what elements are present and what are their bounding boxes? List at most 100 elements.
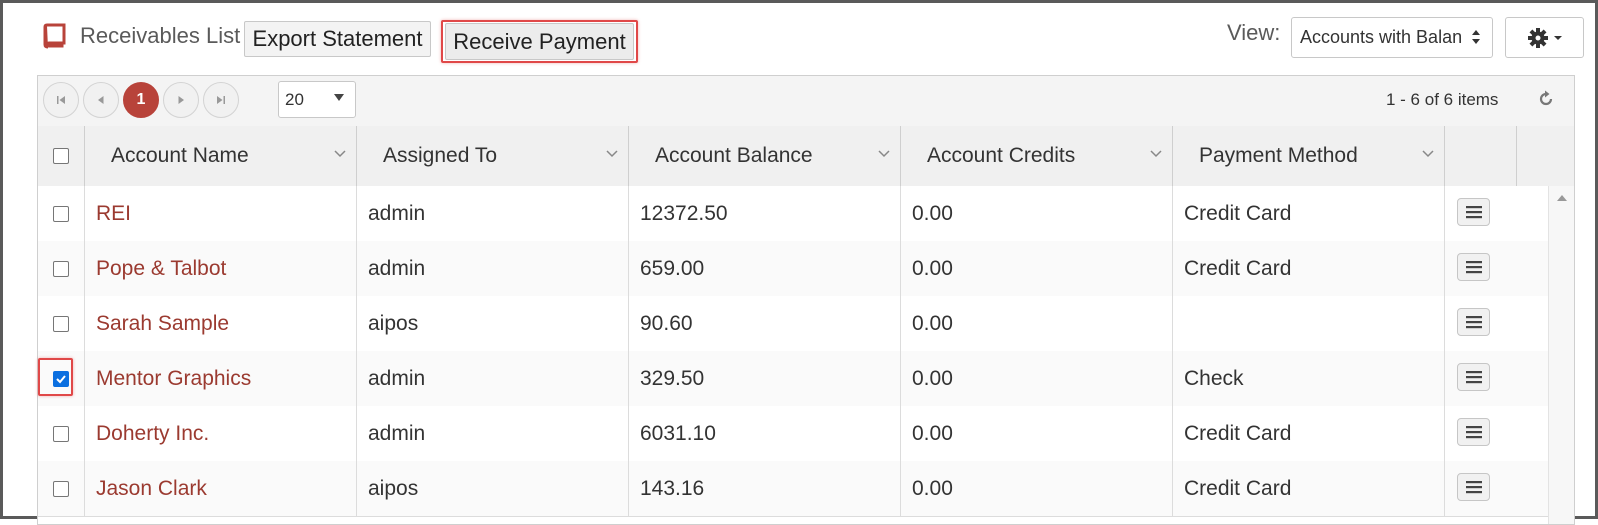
column-label: Assigned To xyxy=(383,144,498,167)
payment-method-cell: Credit Card xyxy=(1173,186,1445,241)
account-balance-cell: 12372.50 xyxy=(629,186,901,241)
vertical-scrollbar[interactable] xyxy=(1548,186,1575,524)
hamburger-menu-icon xyxy=(1465,316,1482,329)
row-checkbox[interactable] xyxy=(53,205,69,222)
last-page-button[interactable] xyxy=(203,82,239,118)
row-actions-cell xyxy=(1445,351,1548,406)
receivables-grid: 1 20 1 - 6 of 6 items Account Name Assig… xyxy=(37,75,1575,525)
assigned-to-cell: admin xyxy=(357,351,629,406)
table-header: Account Name Assigned To Account Balance… xyxy=(38,126,1574,187)
prev-page-button[interactable] xyxy=(83,82,119,118)
page-1-button[interactable]: 1 xyxy=(123,82,159,118)
row-select-cell xyxy=(38,241,85,296)
row-menu-button[interactable] xyxy=(1457,363,1490,391)
chevron-down-icon xyxy=(1150,150,1162,158)
row-menu-button[interactable] xyxy=(1457,308,1490,336)
settings-button[interactable] xyxy=(1505,17,1584,58)
payment-method-cell: Credit Card xyxy=(1173,461,1445,516)
account-credits-cell: 0.00 xyxy=(901,186,1173,241)
column-header-account-balance[interactable]: Account Balance xyxy=(629,126,901,186)
account-name-link[interactable]: Doherty Inc. xyxy=(85,406,357,461)
select-all-cell xyxy=(38,126,85,186)
row-menu-button[interactable] xyxy=(1457,473,1490,501)
account-name-link[interactable]: Mentor Graphics xyxy=(85,351,357,406)
column-label: Account Credits xyxy=(927,144,1076,167)
account-name-link[interactable]: REI xyxy=(85,186,357,241)
row-select-cell xyxy=(38,461,85,516)
column-label: Account Name xyxy=(111,144,249,167)
row-actions-cell xyxy=(1445,296,1548,351)
row-checkbox[interactable] xyxy=(53,260,69,277)
view-select[interactable]: Accounts with Balan xyxy=(1291,17,1493,58)
assigned-to-cell: admin xyxy=(357,241,629,296)
select-all-checkbox[interactable] xyxy=(53,148,69,164)
column-header-actions xyxy=(1445,126,1517,186)
page-size-select[interactable]: 20 xyxy=(278,81,356,118)
gear-icon xyxy=(1527,27,1548,48)
hamburger-menu-icon xyxy=(1465,426,1482,439)
assigned-to-cell: admin xyxy=(357,406,629,461)
payment-method-cell xyxy=(1173,296,1445,351)
items-info: 1 - 6 of 6 items xyxy=(1386,90,1499,109)
next-page-icon xyxy=(178,96,184,104)
column-header-account-credits[interactable]: Account Credits xyxy=(901,126,1173,186)
export-statement-button[interactable]: Export Statement xyxy=(244,21,431,57)
account-balance-cell: 6031.10 xyxy=(629,406,901,461)
chevron-down-icon xyxy=(334,150,346,158)
account-credits-cell: 0.00 xyxy=(901,461,1173,516)
account-name-link[interactable]: Sarah Sample xyxy=(85,296,357,351)
table-row[interactable]: Mentor Graphics admin 329.50 0.00 Check xyxy=(38,351,1548,407)
row-checkbox[interactable] xyxy=(53,315,69,332)
table-row[interactable]: Sarah Sample aipos 90.60 0.00 xyxy=(38,296,1548,352)
next-page-button[interactable] xyxy=(163,82,199,118)
column-header-payment-method[interactable]: Payment Method xyxy=(1173,126,1445,186)
row-menu-button[interactable] xyxy=(1457,198,1490,226)
row-select-cell xyxy=(38,296,85,351)
hamburger-menu-icon xyxy=(1465,261,1482,274)
row-checkbox[interactable] xyxy=(53,425,69,442)
receive-payment-button[interactable]: Receive Payment xyxy=(445,23,634,60)
column-label: Account Balance xyxy=(655,144,813,167)
selected-checkbox-highlight xyxy=(38,358,73,396)
column-label: Payment Method xyxy=(1199,144,1358,167)
account-credits-cell: 0.00 xyxy=(901,241,1173,296)
table-row[interactable]: Pope & Talbot admin 659.00 0.00 Credit Card xyxy=(38,241,1548,297)
hamburger-menu-icon xyxy=(1465,371,1482,384)
row-actions-cell xyxy=(1445,241,1548,296)
row-select-cell xyxy=(38,186,85,241)
row-select-cell xyxy=(38,406,85,461)
refresh-icon[interactable] xyxy=(1536,89,1556,109)
row-menu-button[interactable] xyxy=(1457,253,1490,281)
table-row[interactable]: Jason Clark aipos 143.16 0.00 Credit Card xyxy=(38,461,1548,517)
account-credits-cell: 0.00 xyxy=(901,296,1173,351)
payment-method-cell: Check xyxy=(1173,351,1445,406)
chevron-down-icon xyxy=(606,150,618,158)
pager-bar: 1 20 1 - 6 of 6 items xyxy=(38,76,1574,127)
last-page-icon xyxy=(217,96,225,104)
account-name-link[interactable]: Pope & Talbot xyxy=(85,241,357,296)
column-header-account-name[interactable]: Account Name xyxy=(85,126,357,186)
hamburger-menu-icon xyxy=(1465,206,1482,219)
row-actions-cell xyxy=(1445,406,1548,461)
receivables-window: Receivables List Export Statement Receiv… xyxy=(0,0,1598,525)
column-header-assigned-to[interactable]: Assigned To xyxy=(357,126,629,186)
table-row[interactable]: Doherty Inc. admin 6031.10 0.00 Credit Card xyxy=(38,406,1548,462)
scroll-up-icon[interactable] xyxy=(1549,190,1575,206)
account-credits-cell: 0.00 xyxy=(901,406,1173,461)
account-balance-cell: 90.60 xyxy=(629,296,901,351)
page-size-value: 20 xyxy=(285,89,304,109)
first-page-button[interactable] xyxy=(43,82,79,118)
page-title: Receivables List xyxy=(80,23,241,48)
assigned-to-cell: admin xyxy=(357,186,629,241)
view-label: View: xyxy=(1227,20,1281,45)
payment-method-cell: Credit Card xyxy=(1173,406,1445,461)
table-row[interactable]: REI admin 12372.50 0.00 Credit Card xyxy=(38,186,1548,242)
account-credits-cell: 0.00 xyxy=(901,351,1173,406)
row-menu-button[interactable] xyxy=(1457,418,1490,446)
account-name-link[interactable]: Jason Clark xyxy=(85,461,357,516)
row-checkbox[interactable] xyxy=(53,480,69,497)
chevron-down-icon xyxy=(878,150,890,158)
payment-method-cell: Credit Card xyxy=(1173,241,1445,296)
first-page-icon xyxy=(57,96,65,104)
chevron-down-icon xyxy=(334,94,344,101)
